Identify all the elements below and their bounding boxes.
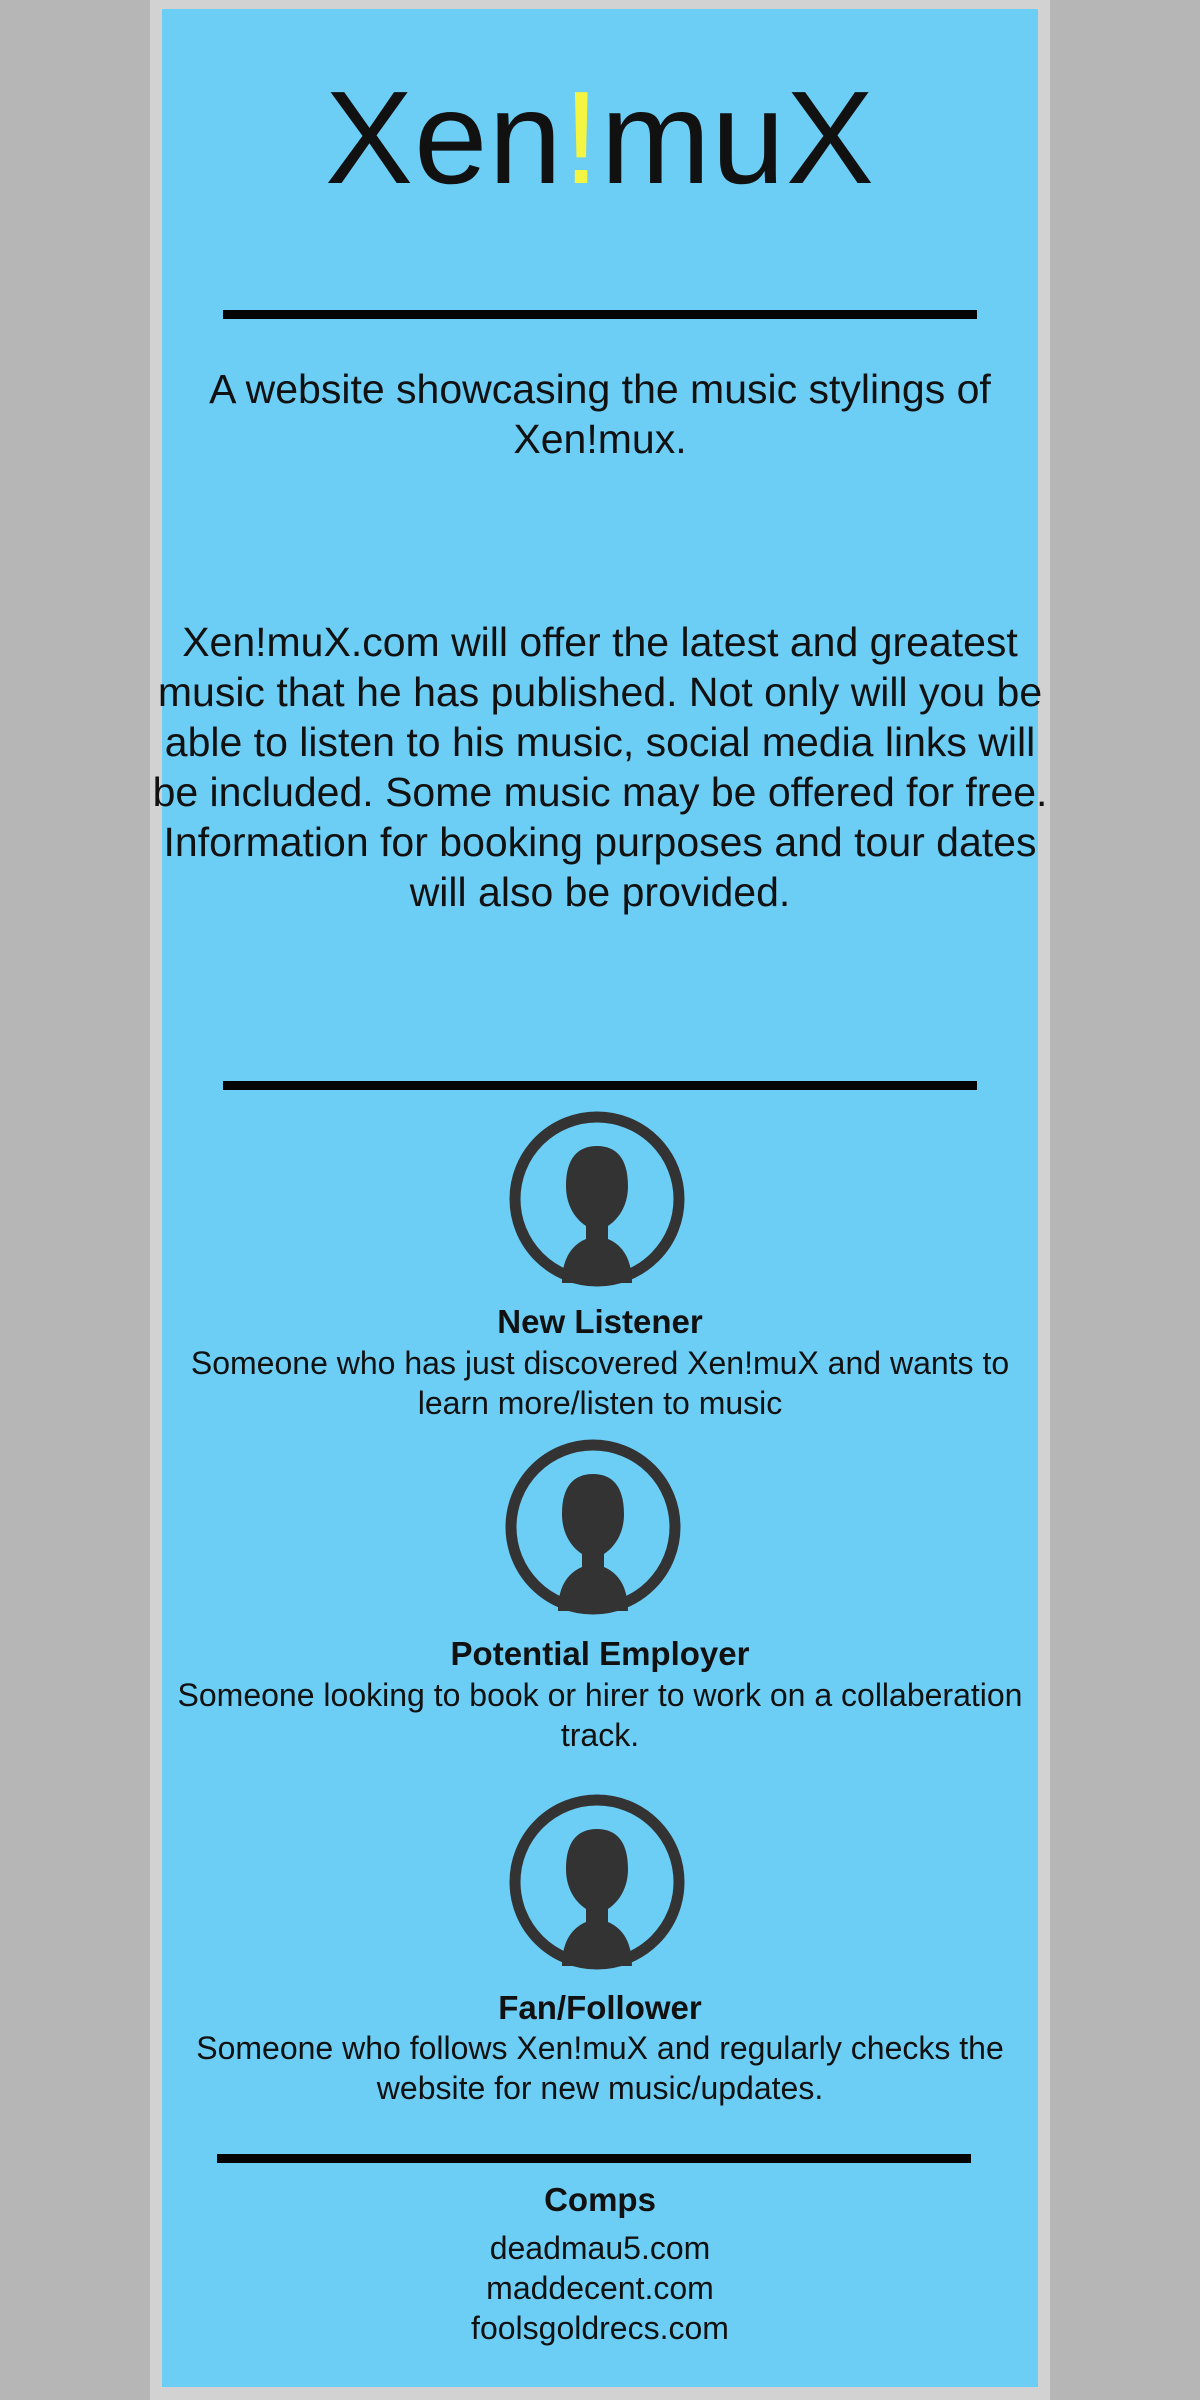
site-description: Xen!muX.com will offer the latest and gr…	[152, 619, 1048, 915]
persona-desc-potential-employer: Someone looking to book or hirer to work…	[177, 1677, 1023, 1753]
persona-name-new-listener: New Listener	[497, 1303, 703, 1340]
divider-bottom	[217, 2154, 971, 2163]
list-item: deadmau5.com	[162, 2228, 1038, 2268]
user-avatar-icon	[506, 1791, 688, 1973]
user-avatar-icon	[502, 1436, 684, 1618]
comps-title: Comps	[544, 2181, 656, 2218]
comp-link-deadmau5[interactable]: deadmau5.com	[490, 2230, 711, 2266]
persona-name-potential-employer: Potential Employer	[450, 1635, 750, 1672]
list-item: maddecent.com	[162, 2268, 1038, 2308]
logo-text-end: muX	[600, 64, 875, 211]
comp-link-foolsgoldrecs[interactable]: foolsgoldrecs.com	[471, 2310, 729, 2346]
persona-desc-new-listener: Someone who has just discovered Xen!muX …	[190, 1345, 1010, 1421]
comps-list: deadmau5.com maddecent.com foolsgoldrecs…	[162, 2228, 1038, 2348]
divider-top	[223, 310, 977, 319]
site-logo: Xen!muX	[0, 58, 1200, 218]
logo-text-start: Xen	[325, 64, 563, 211]
user-avatar-icon	[506, 1108, 688, 1290]
persona-name-fan-follower: Fan/Follower	[498, 1989, 702, 2026]
logo-exclamation: !	[562, 64, 601, 211]
divider-middle	[223, 1081, 977, 1090]
comp-link-maddecent[interactable]: maddecent.com	[486, 2270, 714, 2306]
tagline: A website showcasing the music stylings …	[209, 366, 991, 462]
persona-desc-fan-follower: Someone who follows Xen!muX and regularl…	[196, 2030, 1004, 2106]
list-item: foolsgoldrecs.com	[162, 2308, 1038, 2348]
